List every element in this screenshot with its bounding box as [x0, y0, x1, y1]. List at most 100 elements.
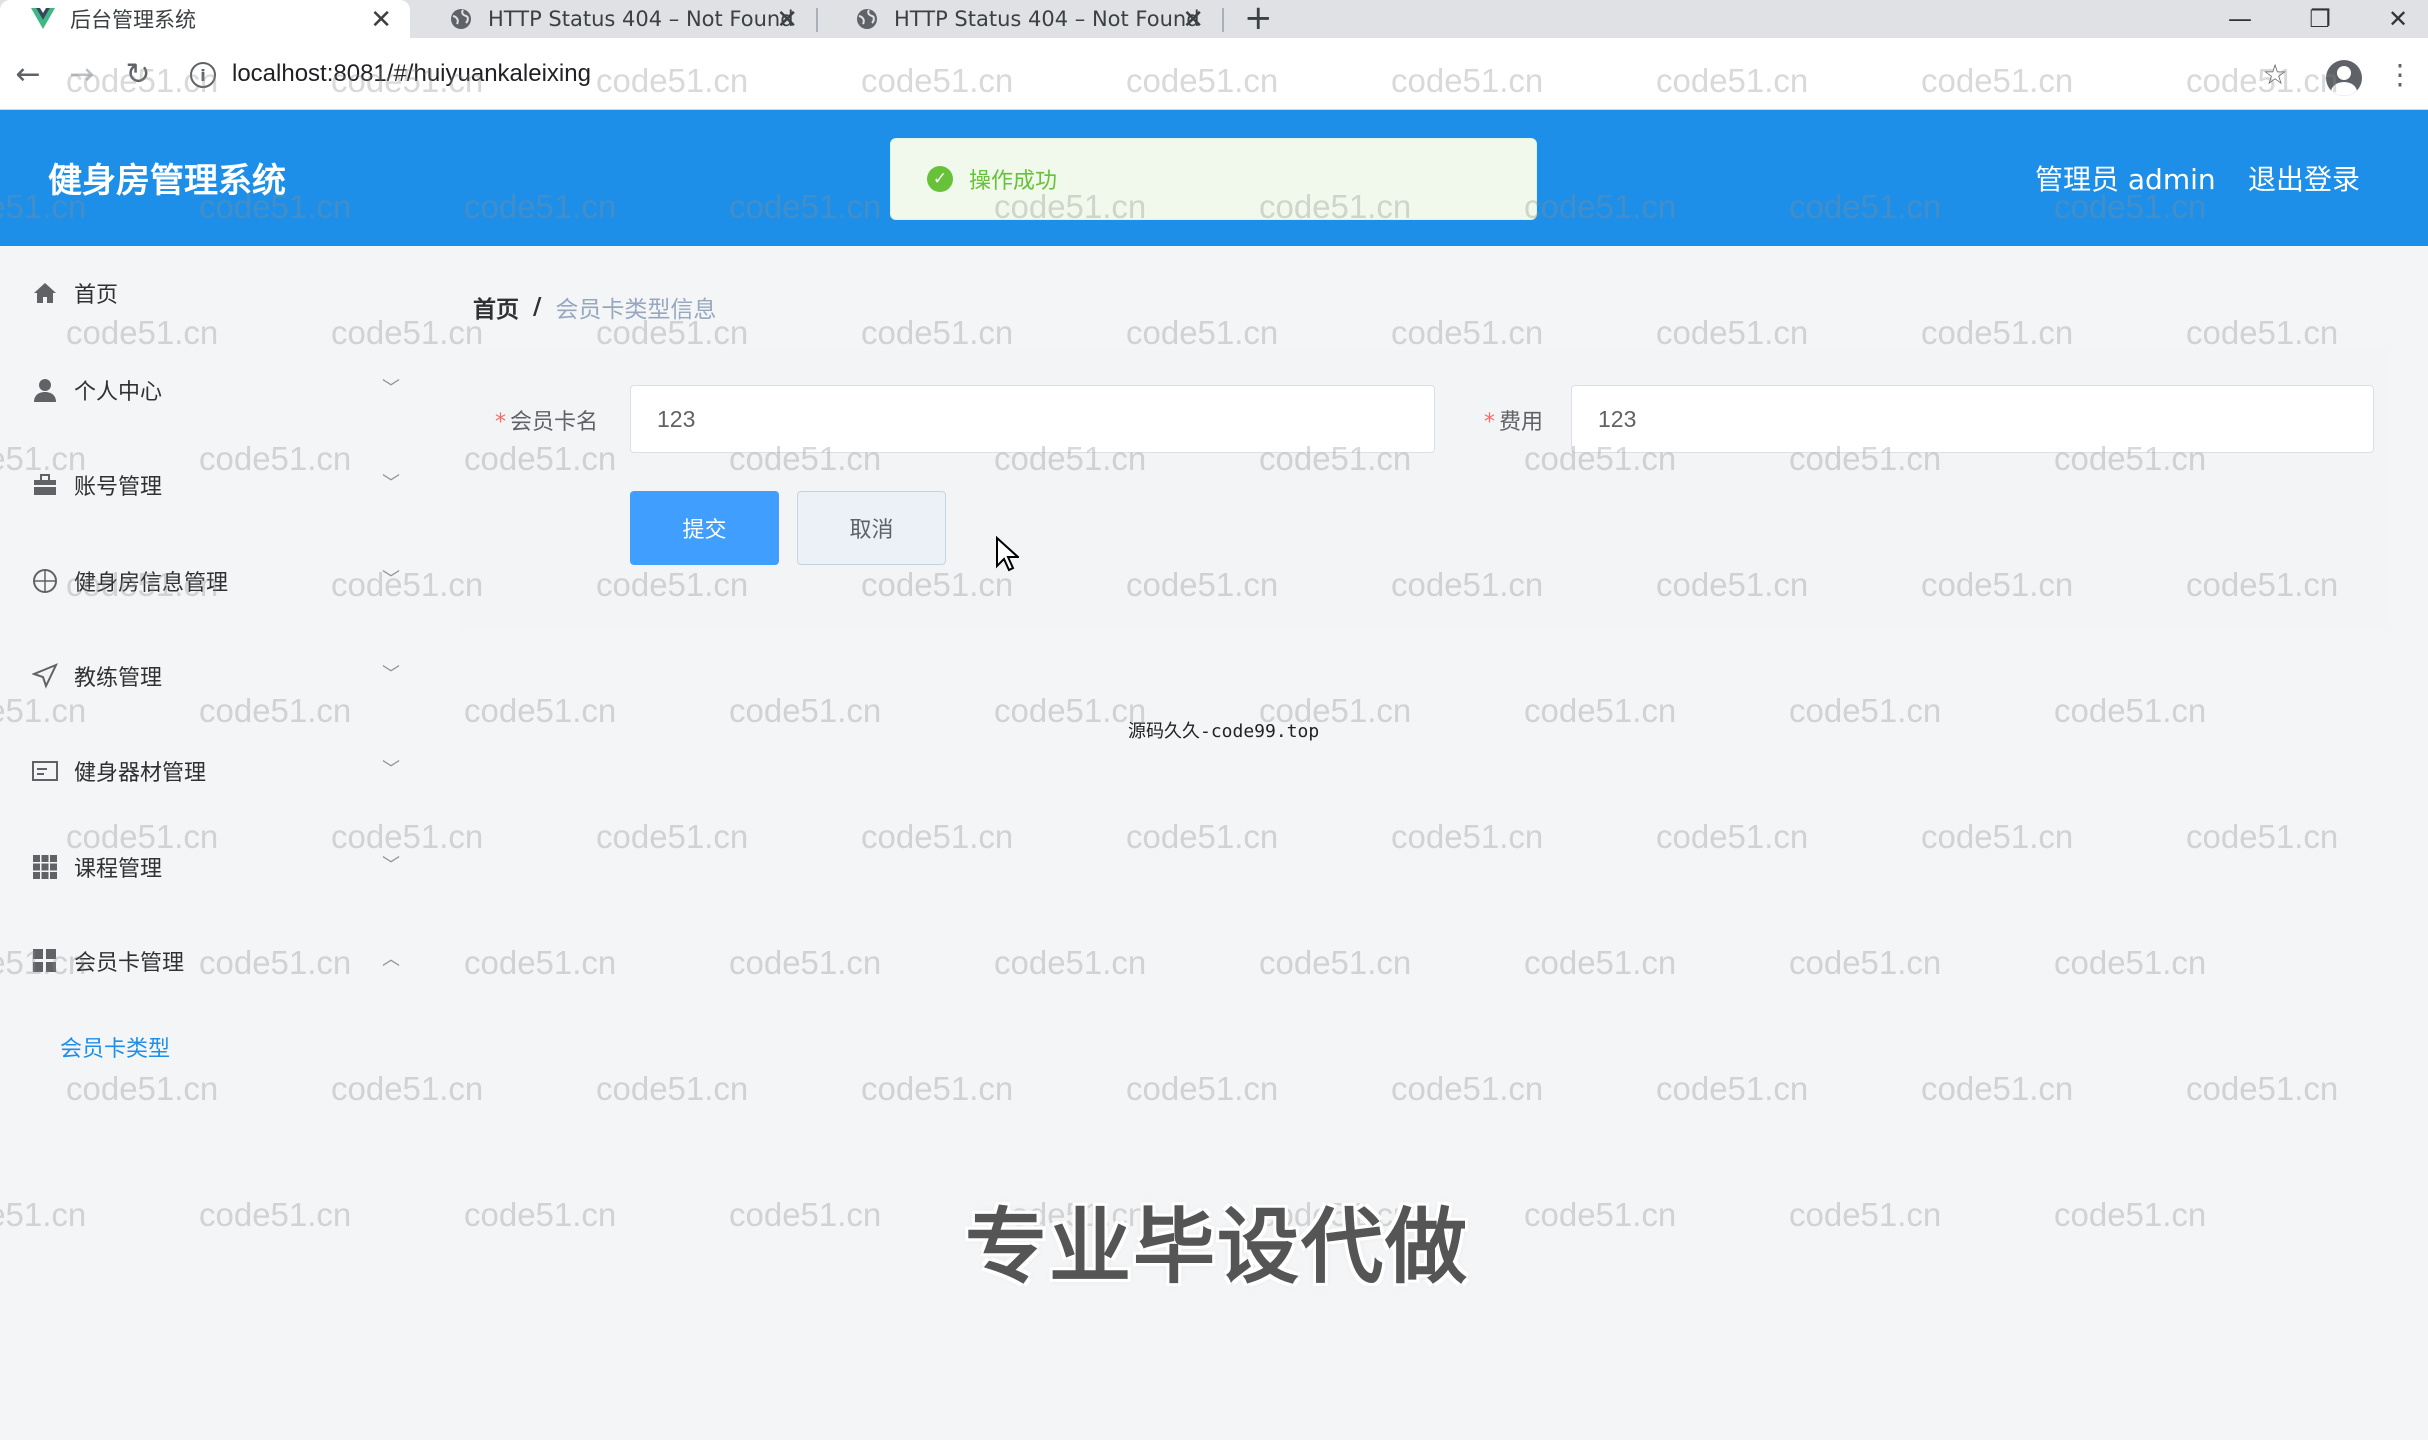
- sidebar-item-label: 个人中心: [74, 380, 163, 405]
- tab-title: HTTP Status 404 – Not Found: [488, 7, 794, 31]
- sidebar-item-label: 教练管理: [74, 666, 163, 691]
- watermark-text: code51.cn: [1656, 314, 1809, 351]
- watermark-text: code51.cn: [199, 692, 352, 729]
- watermark-text: code51.cn: [1391, 314, 1544, 351]
- watermark-text: code51.cn: [2054, 944, 2207, 981]
- back-icon[interactable]: ←: [8, 54, 48, 94]
- watermark-text: code51.cn: [1789, 1196, 1942, 1233]
- watermark-text: code51.cn: [1126, 314, 1279, 351]
- chevron-down-icon: ﹀: [382, 473, 400, 494]
- sidebar-item-label: 会员卡管理: [74, 951, 185, 976]
- watermark-text: code51.cn: [1524, 944, 1677, 981]
- sidebar-item-label: 课程管理: [74, 857, 163, 882]
- watermark-text: code51.cn: [199, 1196, 352, 1233]
- watermark-text: code51.cn: [1789, 692, 1942, 729]
- submit-button[interactable]: 提交: [630, 491, 779, 565]
- star-icon[interactable]: ☆: [2255, 54, 2295, 94]
- card-name-input[interactable]: 123: [630, 385, 1435, 453]
- sidebar-item-coach[interactable]: 教练管理 ﹀: [30, 656, 400, 696]
- info-icon[interactable]: i: [190, 62, 216, 88]
- forward-icon[interactable]: →: [62, 54, 102, 94]
- tab-title: HTTP Status 404 – Not Found: [894, 7, 1200, 31]
- tab-title: 后台管理系统: [70, 8, 196, 32]
- breadcrumb-separator: /: [533, 294, 542, 320]
- logout-link[interactable]: 退出登录: [2248, 158, 2360, 198]
- sidebar-item-membership-card[interactable]: 会员卡管理 ︿: [30, 941, 400, 981]
- sidebar-item-gym-info[interactable]: 健身房信息管理 ﹀: [30, 561, 400, 601]
- watermark-text: code51.cn: [1656, 818, 1809, 855]
- minimize-button[interactable]: —: [2210, 0, 2270, 38]
- watermark-text: code51.cn: [2054, 1196, 2207, 1233]
- watermark-text: code51.cn: [994, 692, 1147, 729]
- watermark-text: code51.cn: [0, 692, 87, 729]
- watermark-text: code51.cn: [464, 944, 617, 981]
- browser-tab[interactable]: HTTP Status 404 – Not Found ✕: [824, 0, 1222, 38]
- chevron-down-icon: ﹀: [382, 664, 400, 685]
- send-icon: [30, 661, 60, 691]
- grid-icon: [30, 852, 60, 882]
- watermark-text: code51.cn: [331, 314, 484, 351]
- watermark-text: code51.cn: [861, 818, 1014, 855]
- home-icon: [30, 278, 60, 308]
- sidebar-item-course[interactable]: 课程管理 ﹀: [30, 847, 400, 887]
- watermark-text: code51.cn: [1921, 818, 2074, 855]
- close-tab-icon[interactable]: ✕: [1182, 5, 1204, 35]
- watermark-text: code51.cn: [861, 314, 1014, 351]
- sidebar-item-personal-center[interactable]: 个人中心 ﹀: [30, 370, 400, 410]
- sidebar-subitem-card-type[interactable]: 会员卡类型: [60, 1031, 170, 1063]
- profile-icon[interactable]: [2326, 60, 2362, 96]
- apps-icon: [30, 946, 60, 976]
- card-icon: [30, 756, 60, 786]
- sidebar-item-label: 账号管理: [74, 475, 163, 500]
- watermark-text: code51.cn: [729, 944, 882, 981]
- vue-logo-icon: [30, 6, 56, 32]
- watermark-text: code51.cn: [1524, 692, 1677, 729]
- sidebar-item-label: 首页: [74, 283, 119, 308]
- card-name-label: * 会员卡名: [495, 410, 599, 435]
- watermark-text: code51.cn: [1789, 944, 1942, 981]
- check-circle-icon: ✓: [927, 166, 953, 192]
- globe-icon: [854, 6, 880, 32]
- sidebar-item-home[interactable]: 首页: [30, 273, 400, 313]
- watermark-text: code51.cn: [2186, 818, 2339, 855]
- chevron-down-icon: ﹀: [382, 759, 400, 780]
- sidebar-item-account[interactable]: 账号管理 ﹀: [30, 465, 400, 505]
- watermark-text: code51.cn: [1921, 314, 2074, 351]
- close-window-button[interactable]: ✕: [2368, 0, 2428, 38]
- new-tab-button[interactable]: +: [1244, 0, 1273, 38]
- watermark-text: code51.cn: [1126, 1070, 1279, 1107]
- watermark-text: code51.cn: [1656, 1070, 1809, 1107]
- watermark-text: code51.cn: [1259, 944, 1412, 981]
- close-tab-icon[interactable]: ✕: [370, 5, 392, 35]
- sidebar-item-label: 健身器材管理: [74, 761, 207, 786]
- briefcase-icon: [30, 470, 60, 500]
- tab-separator: [1222, 8, 1224, 32]
- watermark-text: code51.cn: [729, 1196, 882, 1233]
- source-note: 源码久久-code99.top: [1128, 721, 1320, 742]
- globe-icon: [448, 6, 474, 32]
- browser-tab[interactable]: HTTP Status 404 – Not Found ✕: [418, 0, 816, 38]
- cancel-button[interactable]: 取消: [797, 491, 946, 565]
- restore-button[interactable]: ❐: [2290, 0, 2350, 38]
- watermark-text: code51.cn: [729, 692, 882, 729]
- watermark-text: code51.cn: [2186, 314, 2339, 351]
- fee-input[interactable]: 123: [1571, 385, 2374, 453]
- mouse-cursor-icon: [995, 535, 1021, 576]
- close-tab-icon[interactable]: ✕: [776, 5, 798, 35]
- watermark-text: code51.cn: [331, 1070, 484, 1107]
- menu-dots-icon[interactable]: ⋮: [2380, 54, 2420, 94]
- breadcrumb-current: 会员卡类型信息: [555, 297, 717, 323]
- sidebar-item-equipment[interactable]: 健身器材管理 ﹀: [30, 751, 400, 791]
- watermark-text: code51.cn: [1391, 818, 1544, 855]
- watermark-text: code51.cn: [1391, 1070, 1544, 1107]
- admin-user-label: 管理员 admin: [2035, 163, 2216, 196]
- watermark-text: code51.cn: [66, 1070, 219, 1107]
- watermark-text: code51.cn: [596, 1070, 749, 1107]
- breadcrumb-home[interactable]: 首页: [473, 290, 519, 324]
- chevron-down-icon: ﹀: [382, 378, 400, 399]
- browser-tab-active[interactable]: 后台管理系统 ✕: [0, 0, 410, 38]
- watermark-text: code51.cn: [2186, 1070, 2339, 1107]
- url-field[interactable]: localhost:8081/#/huiyuankaleixing: [232, 60, 591, 88]
- reload-icon[interactable]: ↻: [118, 54, 158, 94]
- watermark-text: code51.cn: [1921, 1070, 2074, 1107]
